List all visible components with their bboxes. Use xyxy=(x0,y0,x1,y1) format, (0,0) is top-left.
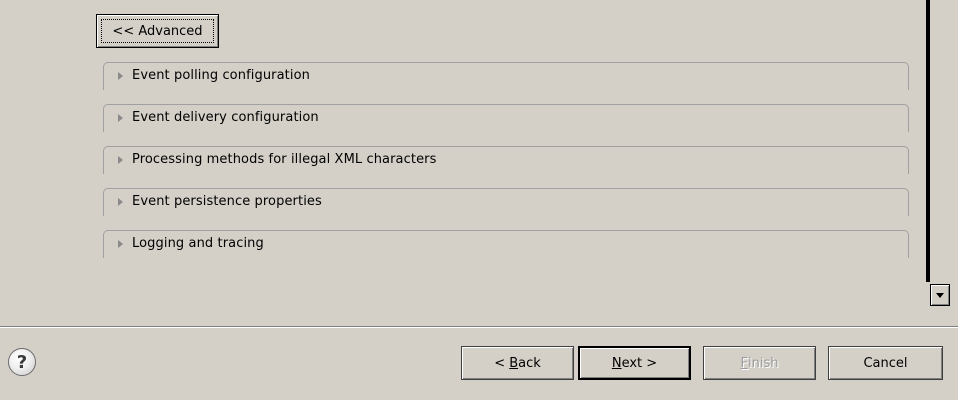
cancel-button[interactable]: Cancel xyxy=(828,346,943,380)
advanced-button-label: << Advanced xyxy=(101,19,214,43)
triangle-right-icon xyxy=(118,156,123,164)
section-label: Logging and tracing xyxy=(132,236,264,251)
next-button[interactable]: Next > xyxy=(578,346,691,380)
triangle-right-icon xyxy=(118,72,123,80)
section-label: Processing methods for illegal XML chara… xyxy=(132,152,437,167)
back-button[interactable]: < Back xyxy=(461,346,574,380)
advanced-button[interactable]: << Advanced xyxy=(96,14,219,48)
triangle-right-icon xyxy=(118,114,123,122)
section-event-persistence[interactable]: Event persistence properties xyxy=(103,188,909,216)
finish-rest: inish xyxy=(748,355,779,371)
question-circle-icon[interactable]: ? xyxy=(8,348,36,376)
back-mnemonic: B xyxy=(509,355,519,371)
section-logging-tracing[interactable]: Logging and tracing xyxy=(103,230,909,258)
finish-mnemonic: F xyxy=(740,355,748,371)
finish-button[interactable]: Finish xyxy=(703,346,816,380)
next-rest: ext > xyxy=(621,355,658,371)
arrow-down-icon[interactable] xyxy=(930,284,950,306)
triangle-right-icon xyxy=(118,240,123,248)
section-illegal-xml[interactable]: Processing methods for illegal XML chara… xyxy=(103,146,909,174)
vertical-scrollbar[interactable] xyxy=(926,0,950,314)
help-glyph: ? xyxy=(16,351,28,373)
back-rest: ack xyxy=(518,355,541,371)
triangle-right-icon xyxy=(118,198,123,206)
scrollbar-track[interactable] xyxy=(930,0,950,282)
wizard-dialog: << Advanced Event polling configuration … xyxy=(0,0,958,400)
section-event-delivery[interactable]: Event delivery configuration xyxy=(103,104,909,132)
back-prefix: < xyxy=(494,355,510,371)
section-event-polling[interactable]: Event polling configuration xyxy=(103,62,909,90)
section-label: Event persistence properties xyxy=(132,194,322,209)
cancel-label: Cancel xyxy=(863,355,908,371)
wizard-content: << Advanced Event polling configuration … xyxy=(8,0,924,314)
section-label: Event polling configuration xyxy=(132,68,310,83)
next-mnemonic: N xyxy=(611,355,622,371)
section-label: Event delivery configuration xyxy=(132,110,319,125)
footer-separator xyxy=(0,326,958,328)
